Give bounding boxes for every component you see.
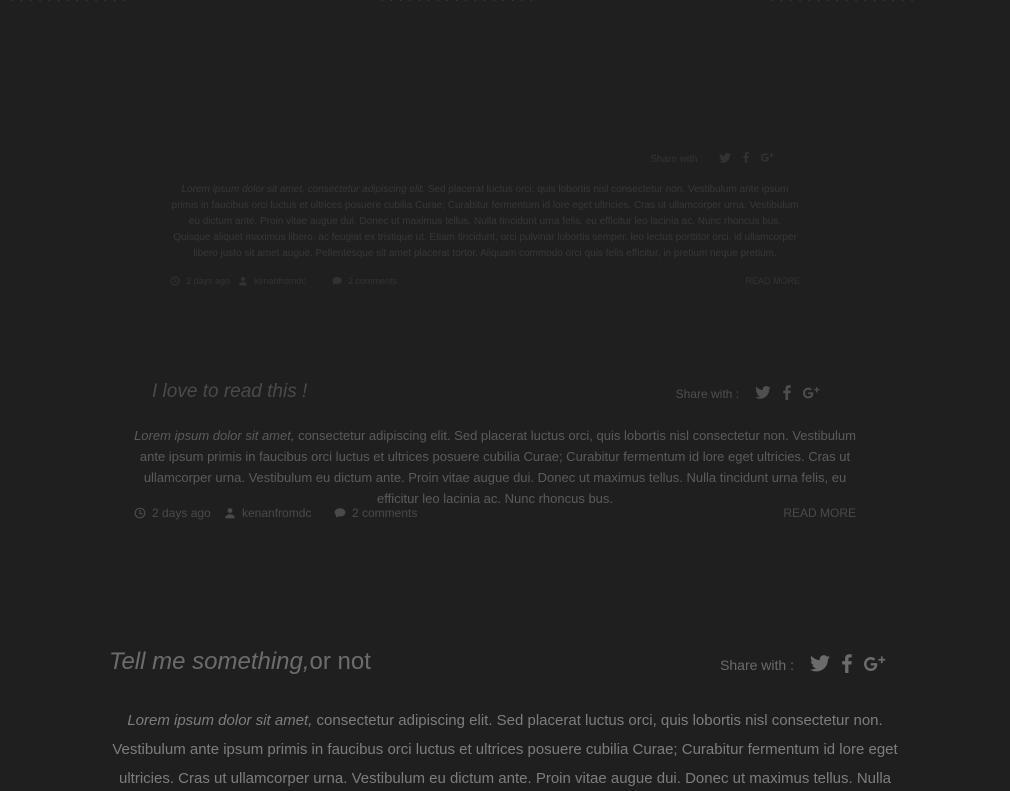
share-bar: Share with : bbox=[676, 385, 826, 403]
comment-icon bbox=[334, 508, 346, 518]
top-strip-text: · · · · · · · · · · · · · bbox=[10, 0, 127, 6]
google-plus-icon[interactable] bbox=[864, 655, 886, 676]
user-icon bbox=[225, 508, 235, 519]
facebook-icon[interactable] bbox=[783, 385, 791, 403]
top-strip-text: · · · · · · · · · · · · · · · · bbox=[770, 0, 915, 6]
facebook-icon[interactable] bbox=[743, 152, 749, 166]
twitter-icon[interactable] bbox=[810, 655, 830, 675]
post-date: 2 days ago bbox=[170, 276, 230, 286]
comment-icon bbox=[332, 277, 342, 285]
facebook-icon[interactable] bbox=[842, 654, 852, 676]
top-strip-text: · · · · · · · · · · · · · · · · · bbox=[380, 0, 534, 6]
post-comments[interactable]: 2 comments bbox=[332, 276, 397, 286]
top-strip: · · · · · · · · · · · · · · · · · · · · … bbox=[0, 0, 1010, 6]
post-date: 2 days ago bbox=[134, 506, 211, 520]
twitter-icon[interactable] bbox=[719, 152, 731, 166]
blog-post: Tell me something,or not Share with : Lo… bbox=[92, 648, 918, 791]
post-title[interactable]: I love to read this ! bbox=[152, 381, 307, 403]
post-title[interactable]: Tell me something,or not bbox=[109, 648, 371, 676]
clock-icon bbox=[170, 276, 180, 286]
share-label: Share with : bbox=[720, 657, 794, 673]
read-more-link[interactable]: READ MORE bbox=[783, 506, 856, 520]
post-excerpt: Lorem ipsum dolor sit amet, consectetur … bbox=[171, 184, 799, 259]
share-bar: Share with : bbox=[650, 152, 780, 166]
blog-post: Share with : Lorem ipsum dolor sit amet,… bbox=[170, 152, 800, 292]
user-icon bbox=[239, 277, 247, 286]
post-author[interactable]: kenanfromdc bbox=[238, 276, 306, 286]
post-author[interactable]: kenanfromdc bbox=[224, 506, 311, 520]
blog-post: I love to read this ! Share with : Lorem… bbox=[134, 381, 856, 526]
twitter-icon[interactable] bbox=[755, 386, 771, 402]
read-more-link[interactable]: READ MORE bbox=[745, 276, 800, 286]
share-label: Share with : bbox=[650, 153, 703, 165]
clock-icon bbox=[134, 507, 146, 519]
share-label: Share with : bbox=[675, 387, 739, 401]
post-excerpt: Lorem ipsum dolor sit amet, consectetur … bbox=[112, 712, 898, 787]
post-comments[interactable]: 2 comments bbox=[334, 506, 417, 520]
google-plus-icon[interactable] bbox=[761, 152, 774, 166]
share-bar: Share with : bbox=[720, 654, 892, 676]
post-excerpt: Lorem ipsum dolor sit amet, consectetur … bbox=[134, 428, 856, 506]
google-plus-icon[interactable] bbox=[803, 386, 820, 403]
